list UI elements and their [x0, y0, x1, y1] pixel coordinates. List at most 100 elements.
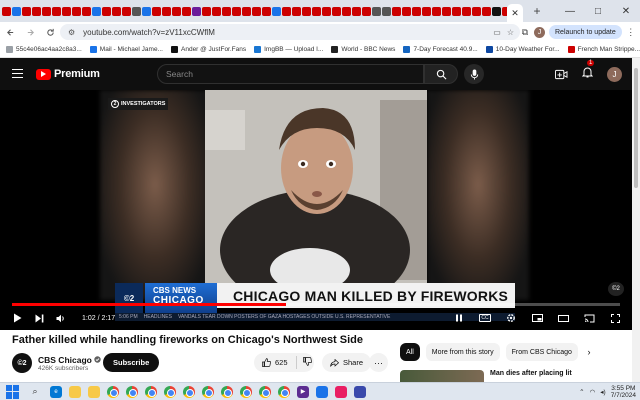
tab-favicon-icon[interactable]: [212, 6, 221, 16]
bookmark-item[interactable]: Ander @ JustFor.Fans: [171, 46, 246, 53]
app-icon[interactable]: [354, 385, 366, 398]
account-avatar[interactable]: J: [607, 66, 622, 82]
back-button[interactable]: [0, 22, 20, 42]
tab-favicon-icon[interactable]: [2, 6, 11, 16]
channel-name[interactable]: CBS Chicago: [38, 355, 92, 365]
site-info-icon[interactable]: ⚙: [68, 28, 75, 37]
tab-favicon-icon[interactable]: [92, 6, 101, 16]
tab-favicon-icon[interactable]: [162, 6, 171, 16]
tab-favicon-icon[interactable]: [432, 6, 441, 16]
chrome-app-icon[interactable]: [240, 385, 252, 398]
tab-favicon-icon[interactable]: [252, 6, 261, 16]
channel-name-row[interactable]: CBS Chicago: [38, 355, 101, 365]
app-icon[interactable]: [335, 385, 347, 398]
chrome-app-icon[interactable]: [164, 385, 176, 398]
tab-favicon-icon[interactable]: [112, 6, 121, 16]
tab-favicon-icon[interactable]: [52, 6, 61, 16]
tray-overflow-icon[interactable]: ⌃: [579, 388, 584, 396]
chrome-app-icon[interactable]: [107, 385, 119, 398]
media-player-icon[interactable]: ▶: [297, 385, 309, 398]
tab-favicon-icon[interactable]: [382, 6, 391, 16]
play-button[interactable]: [6, 306, 28, 330]
tab-favicon-icon[interactable]: [472, 6, 481, 16]
tab-favicon-icon[interactable]: [262, 6, 271, 16]
windows-start-button[interactable]: [6, 384, 20, 399]
chrome-app-icon[interactable]: [126, 385, 138, 398]
app-icon[interactable]: [316, 385, 328, 398]
recommended-title[interactable]: Man dies after placing lit: [490, 370, 572, 382]
chrome-app-icon[interactable]: [145, 385, 157, 398]
tab-favicon-icon[interactable]: [322, 6, 331, 16]
channel-avatar[interactable]: ©2: [12, 353, 32, 373]
tab-favicon-icon[interactable]: [222, 6, 231, 16]
bookmark-item[interactable]: Mail - Michael Jame...: [89, 46, 163, 53]
recommended-thumbnail[interactable]: [400, 370, 484, 382]
extensions-icon[interactable]: ⧉: [520, 27, 530, 38]
tab-favicon-icon[interactable]: [42, 6, 51, 16]
chips-next-button[interactable]: ›: [582, 343, 596, 361]
tab-favicon-icon[interactable]: [22, 6, 31, 16]
search-input[interactable]: Search: [157, 64, 424, 84]
tab-favicon-icon[interactable]: [242, 6, 251, 16]
tab-favicon-icon[interactable]: [142, 6, 151, 16]
tab-favicon-icon[interactable]: [82, 6, 91, 16]
tab-favicon-icon[interactable]: [312, 6, 321, 16]
tab-favicon-icon[interactable]: [292, 6, 301, 16]
volume-button[interactable]: [50, 306, 72, 330]
speaker-icon[interactable]: ◂): [600, 388, 605, 396]
tab-favicon-icon[interactable]: [172, 6, 181, 16]
filter-chip[interactable]: More from this story: [425, 343, 500, 361]
tab-favicon-icon[interactable]: [62, 6, 71, 16]
tab-favicon-icon[interactable]: [352, 6, 361, 16]
share-button[interactable]: Share: [322, 353, 372, 372]
filter-chip[interactable]: All: [400, 343, 420, 361]
chrome-app-icon[interactable]: [221, 385, 233, 398]
tab-favicon-icon[interactable]: [272, 6, 281, 16]
tab-favicon-icon[interactable]: [152, 6, 161, 16]
address-bar[interactable]: ⚙ youtube.com/watch?v=zV11xcCWflM ▭ ☆: [60, 24, 520, 40]
close-tab-icon[interactable]: ✕: [511, 8, 519, 19]
cast-page-icon[interactable]: ▭: [493, 28, 501, 37]
voice-search-button[interactable]: [464, 64, 484, 84]
tab-favicon-icon[interactable]: [462, 6, 471, 16]
page-scrollbar[interactable]: [632, 58, 640, 382]
subscribe-button[interactable]: Subscribe: [103, 353, 160, 372]
close-window-button[interactable]: ✕: [612, 0, 640, 22]
profile-avatar[interactable]: J: [534, 26, 545, 38]
tab-favicon-icon[interactable]: [202, 6, 211, 16]
tab-favicon-icon[interactable]: [372, 6, 381, 16]
more-actions-button[interactable]: ···: [369, 353, 388, 372]
bookmark-item[interactable]: French Man Strippe...: [567, 46, 640, 53]
tab-favicon-icon[interactable]: [282, 6, 291, 16]
tab-favicon-icon[interactable]: [332, 6, 341, 16]
like-button[interactable]: 625: [254, 356, 297, 369]
tab-favicon-icon[interactable]: [392, 6, 401, 16]
subtitles-button[interactable]: CC: [474, 306, 496, 330]
hamburger-menu-icon[interactable]: [12, 69, 23, 78]
tab-favicon-icon[interactable]: [402, 6, 411, 16]
tab-favicon-icon[interactable]: [32, 6, 41, 16]
chrome-app-icon[interactable]: [278, 385, 290, 398]
fullscreen-button[interactable]: [604, 306, 626, 330]
tab-favicon-icon[interactable]: [412, 6, 421, 16]
menu-kebab-icon[interactable]: ⋮: [626, 27, 636, 38]
theater-mode-button[interactable]: [552, 306, 574, 330]
active-tab[interactable]: ✕: [507, 4, 523, 22]
folder-icon[interactable]: [88, 385, 100, 398]
tab-favicon-icon[interactable]: [122, 6, 131, 16]
video-player[interactable]: 2 INVESTIGATORS ©2 CBS NEWS CHICAGO CHIC…: [0, 90, 632, 330]
create-video-icon[interactable]: [555, 69, 568, 80]
recommended-video[interactable]: Man dies after placing lit: [400, 370, 630, 382]
bookmark-item[interactable]: 55c4e06ac4aa2c8a3...: [6, 46, 82, 53]
chrome-app-icon[interactable]: [259, 385, 271, 398]
bookmark-item[interactable]: World - BBC News: [331, 46, 395, 53]
wifi-icon[interactable]: ◠: [590, 388, 596, 396]
channel-watermark[interactable]: ©2: [608, 282, 624, 296]
taskbar-clock[interactable]: 3:55 PM 7/7/2024: [611, 385, 636, 399]
filter-chip[interactable]: From CBS Chicago: [505, 343, 578, 361]
tab-favicon-icon[interactable]: [192, 6, 201, 16]
bookmark-item[interactable]: 10-Day Weather For...: [485, 46, 560, 53]
bookmark-star-icon[interactable]: ☆: [507, 28, 514, 37]
reload-button[interactable]: [40, 22, 60, 42]
cast-button[interactable]: [578, 306, 600, 330]
